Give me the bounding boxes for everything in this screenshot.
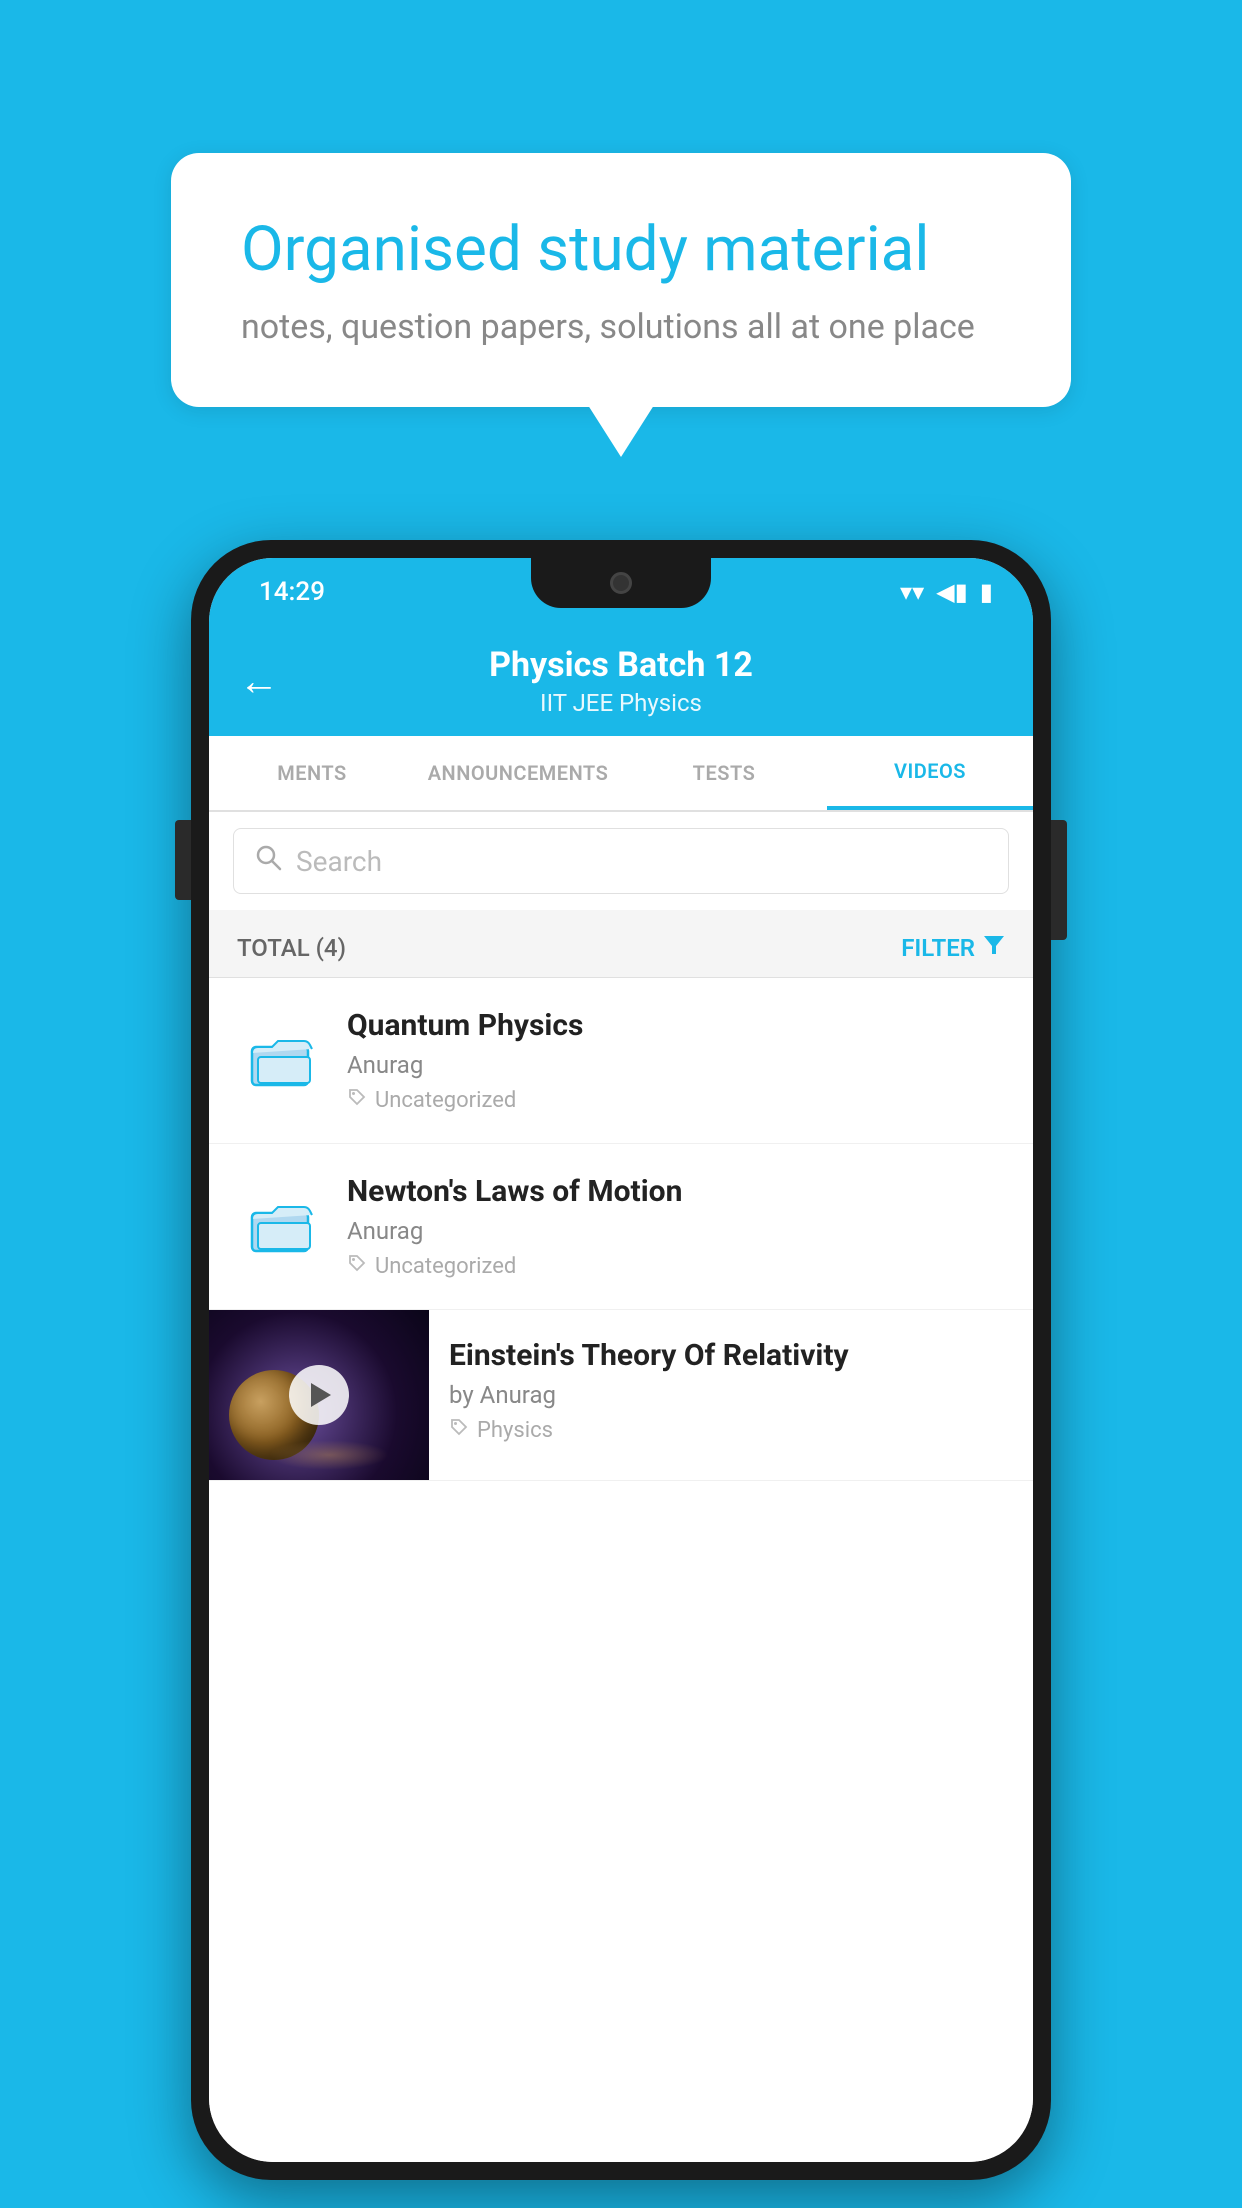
search-container: Search [209, 812, 1033, 910]
header-title: Physics Batch 12 [489, 645, 753, 685]
quantum-title: Quantum Physics [347, 1008, 1005, 1043]
list-item-newton[interactable]: Newton's Laws of Motion Anurag Uncategor… [209, 1144, 1033, 1310]
einstein-tag: Physics [449, 1417, 1013, 1443]
tab-announcements[interactable]: ANNOUNCEMENTS [415, 736, 621, 810]
wifi-icon: ▾▾ [900, 578, 924, 606]
newton-tag: Uncategorized [347, 1253, 1005, 1279]
camera-lens [610, 572, 632, 594]
item-icon-wrap-quantum [237, 1031, 327, 1091]
play-button[interactable] [289, 1365, 349, 1425]
tag-icon-quantum [347, 1087, 367, 1113]
hero-title: Organised study material [241, 213, 1001, 287]
content-list: Quantum Physics Anurag Uncategorized [209, 978, 1033, 2162]
filter-label: FILTER [901, 934, 975, 962]
filter-icon [983, 933, 1005, 963]
app-header: ← Physics Batch 12 IIT JEE Physics [209, 626, 1033, 736]
tab-videos[interactable]: VIDEOS [827, 736, 1033, 810]
phone-mockup: 14:29 ▾▾ ◀▮ ▮ ← Physics Batch 12 IIT JEE… [191, 540, 1051, 2180]
tag-icon-newton [347, 1253, 367, 1279]
tag-icon-einstein [449, 1417, 469, 1443]
item-icon-wrap-newton [237, 1197, 327, 1257]
newton-author: Anurag [347, 1217, 1005, 1245]
battery-icon: ▮ [980, 578, 993, 606]
item-info-newton: Newton's Laws of Motion Anurag Uncategor… [327, 1174, 1005, 1279]
item-info-einstein: Einstein's Theory Of Relativity by Anura… [429, 1310, 1033, 1471]
header-subtitle: IIT JEE Physics [540, 689, 702, 717]
speech-bubble: Organised study material notes, question… [171, 153, 1071, 407]
folder-icon-newton [250, 1197, 315, 1257]
phone-screen: 14:29 ▾▾ ◀▮ ▮ ← Physics Batch 12 IIT JEE… [209, 558, 1033, 2162]
thumb-glow [269, 1440, 389, 1470]
status-icons: ▾▾ ◀▮ ▮ [900, 578, 993, 606]
filter-button[interactable]: FILTER [901, 933, 1005, 963]
back-button[interactable]: ← [239, 658, 279, 705]
item-info-quantum: Quantum Physics Anurag Uncategorized [327, 1008, 1005, 1113]
newton-title: Newton's Laws of Motion [347, 1174, 1005, 1209]
play-triangle-icon [311, 1383, 331, 1407]
tab-tests[interactable]: TESTS [621, 736, 827, 810]
search-icon [254, 843, 282, 879]
signal-icon: ◀▮ [936, 578, 968, 606]
einstein-title: Einstein's Theory Of Relativity [449, 1338, 1013, 1373]
status-time: 14:29 [249, 577, 325, 607]
quantum-author: Anurag [347, 1051, 1005, 1079]
phone-frame: 14:29 ▾▾ ◀▮ ▮ ← Physics Batch 12 IIT JEE… [191, 540, 1051, 2180]
total-count: TOTAL (4) [237, 934, 346, 962]
search-bar[interactable]: Search [233, 828, 1009, 894]
einstein-thumbnail [209, 1310, 429, 1480]
hero-section: Organised study material notes, question… [0, 0, 1242, 560]
search-placeholder: Search [296, 845, 382, 878]
einstein-author: by Anurag [449, 1381, 1013, 1409]
tab-bar: MENTS ANNOUNCEMENTS TESTS VIDEOS [209, 736, 1033, 812]
tab-ments[interactable]: MENTS [209, 736, 415, 810]
filter-bar: TOTAL (4) FILTER [209, 918, 1033, 978]
hero-subtitle: notes, question papers, solutions all at… [241, 307, 1001, 347]
quantum-tag: Uncategorized [347, 1087, 1005, 1113]
phone-notch [531, 558, 711, 608]
list-item-quantum[interactable]: Quantum Physics Anurag Uncategorized [209, 978, 1033, 1144]
folder-icon-quantum [250, 1031, 315, 1091]
list-item-einstein[interactable]: Einstein's Theory Of Relativity by Anura… [209, 1310, 1033, 1481]
